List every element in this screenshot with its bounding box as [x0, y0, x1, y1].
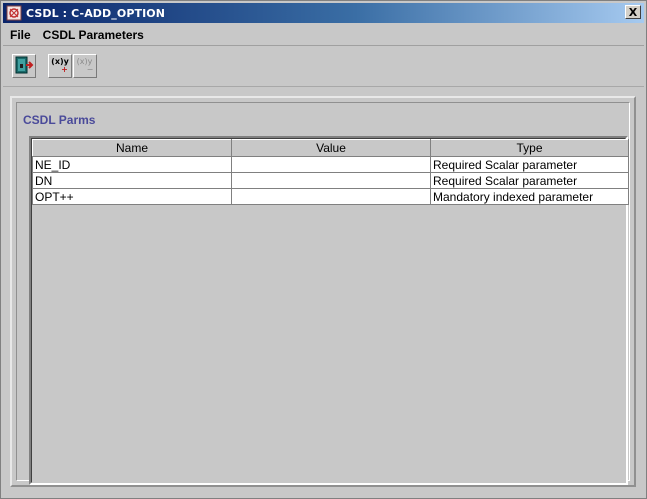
- table-row[interactable]: DN Required Scalar parameter: [32, 172, 629, 189]
- add-parameter-button[interactable]: (x)y +: [48, 54, 72, 78]
- column-header-type[interactable]: Type: [430, 139, 629, 157]
- window-title: CSDL : C-ADD_OPTION: [26, 6, 166, 20]
- menu-bar: File CSDL Parameters: [3, 25, 644, 46]
- menu-file[interactable]: File: [3, 28, 37, 42]
- cell-type[interactable]: Mandatory indexed parameter: [430, 188, 629, 205]
- panel-border: CSDL Parms Name Value Type NE_ID Require…: [16, 102, 630, 485]
- cell-type[interactable]: Required Scalar parameter: [430, 156, 629, 173]
- remove-parameter-icon: (x)y −: [76, 57, 94, 74]
- close-icon: X: [628, 5, 638, 19]
- menu-csdl-parameters[interactable]: CSDL Parameters: [37, 28, 150, 42]
- table-row[interactable]: NE_ID Required Scalar parameter: [32, 156, 629, 173]
- cell-name[interactable]: NE_ID: [32, 156, 232, 173]
- parameter-table-scroll[interactable]: Name Value Type NE_ID Required Scalar pa…: [29, 136, 629, 485]
- cell-name[interactable]: OPT++: [32, 188, 232, 205]
- exit-door-icon: [14, 55, 34, 78]
- close-button[interactable]: X: [625, 5, 641, 19]
- parameter-table: Name Value Type NE_ID Required Scalar pa…: [32, 139, 629, 205]
- toolbar: (x)y + (x)y −: [3, 47, 644, 87]
- table-row[interactable]: OPT++ Mandatory indexed parameter: [32, 188, 629, 205]
- table-header-row: Name Value Type: [32, 139, 629, 157]
- cell-name[interactable]: DN: [32, 172, 232, 189]
- app-window: CSDL : C-ADD_OPTION X File CSDL Paramete…: [0, 0, 647, 499]
- column-header-name[interactable]: Name: [32, 139, 232, 157]
- cell-value[interactable]: [231, 172, 431, 189]
- add-parameter-icon: (x)y +: [51, 57, 69, 74]
- cell-value[interactable]: [231, 188, 431, 205]
- csdl-parms-panel: CSDL Parms Name Value Type NE_ID Require…: [10, 96, 636, 487]
- app-icon: [6, 5, 22, 21]
- panel-title: CSDL Parms: [23, 113, 96, 127]
- title-bar[interactable]: CSDL : C-ADD_OPTION X: [3, 3, 644, 23]
- remove-parameter-button[interactable]: (x)y −: [73, 54, 97, 78]
- cell-value[interactable]: [231, 156, 431, 173]
- column-header-value[interactable]: Value: [231, 139, 431, 157]
- table-viewport: Name Value Type NE_ID Required Scalar pa…: [31, 138, 629, 483]
- cell-type[interactable]: Required Scalar parameter: [430, 172, 629, 189]
- exit-button[interactable]: [12, 54, 36, 78]
